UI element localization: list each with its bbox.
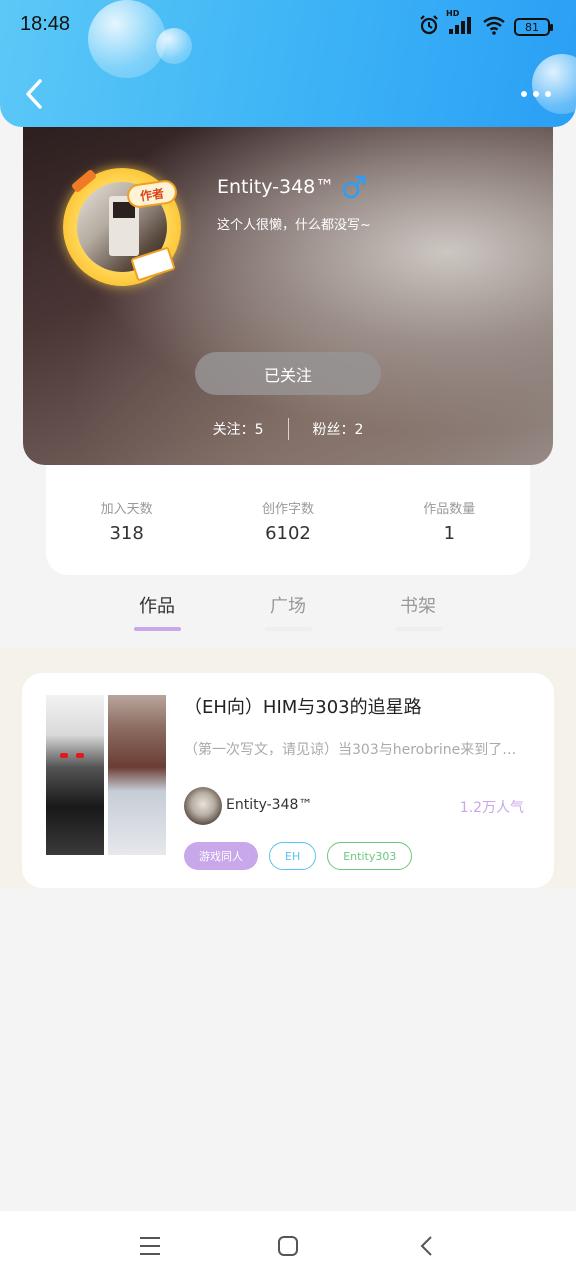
tab-plaza[interactable]: 广场 [248, 592, 328, 618]
stat-works-count: 作品数量 1 [389, 498, 509, 575]
bio: 这个人很懒，什么都没写~ [217, 218, 371, 233]
status-time: 18:48 [20, 13, 71, 35]
home-icon [278, 1235, 298, 1256]
stat-value: 6102 [265, 523, 311, 544]
decor-bubble [88, 0, 166, 78]
stat-label: 创作字数 [261, 502, 314, 517]
wifi-icon [482, 15, 506, 39]
tab-indicator [395, 627, 442, 631]
system-nav-bar [0, 1211, 576, 1280]
more-dots-icon [521, 91, 527, 97]
author-name[interactable]: Entity-348™ [226, 797, 312, 813]
profile-card: 作者 Entity-348™ 这个人很懒，什么都没写~ 已关注 关注：5 粉丝：… [23, 110, 553, 465]
tag[interactable]: EH [269, 842, 317, 870]
tab-works[interactable]: 作品 [117, 592, 197, 618]
stat-value: 1 [443, 523, 456, 544]
male-icon [341, 174, 367, 204]
follow-button[interactable]: 已关注 [195, 352, 381, 395]
chevron-left-icon [26, 79, 42, 109]
tag[interactable]: 游戏同人 [184, 842, 258, 870]
battery-icon: 81 [514, 18, 553, 36]
work-card[interactable]: （EH向）HIM与303的追星路 （第一次写文，请见谅）当303与herobri… [22, 673, 554, 888]
stat-join-days: 加入天数 318 [67, 498, 187, 575]
tab-bar: 作品 广场 书架 [0, 588, 576, 648]
avatar[interactable]: 作者 [63, 168, 181, 286]
back-nav-button[interactable] [412, 1232, 440, 1260]
work-description: （第一次写文，请见谅）当303与herobrine来到了… [184, 742, 517, 758]
status-icons: HD 81 [418, 9, 553, 40]
menu-icon [140, 1236, 160, 1255]
stats-panel: 加入天数 318 创作字数 6102 作品数量 1 [46, 450, 530, 575]
menu-button[interactable] [136, 1232, 164, 1260]
divider [287, 418, 289, 440]
followers-count[interactable]: 粉丝：2 [313, 419, 364, 439]
battery-level: 81 [525, 20, 539, 34]
back-button[interactable] [16, 76, 52, 112]
popularity: 1.2万人气 [459, 800, 524, 816]
book-cover[interactable] [46, 695, 166, 855]
username: Entity-348™ [217, 176, 335, 198]
stat-label: 加入天数 [100, 502, 153, 517]
more-button[interactable] [516, 82, 556, 106]
tab-indicator [265, 627, 312, 631]
decor-bubble [156, 28, 192, 64]
tab-bookshelf[interactable]: 书架 [378, 592, 458, 618]
following-count[interactable]: 关注：5 [213, 419, 264, 439]
follow-stats: 关注：5 粉丝：2 [23, 418, 553, 440]
network-label: HD [446, 9, 460, 18]
tag[interactable]: Entity303 [327, 842, 413, 870]
tab-indicator [134, 627, 181, 631]
works-list: （EH向）HIM与303的追星路 （第一次写文，请见谅）当303与herobri… [0, 648, 576, 888]
stat-label: 作品数量 [423, 502, 476, 517]
home-button[interactable] [274, 1232, 302, 1260]
stat-word-count: 创作字数 6102 [228, 498, 348, 575]
work-title[interactable]: （EH向）HIM与303的追星路 [184, 693, 422, 719]
back-icon [420, 1235, 432, 1256]
author-avatar[interactable] [184, 787, 222, 825]
alarm-icon [418, 14, 440, 40]
top-bar: 18:48 HD 81 [0, 0, 576, 127]
signal-icon: HD [446, 9, 474, 39]
stat-value: 318 [109, 523, 144, 544]
tag-row: 游戏同人 EH Entity303 [184, 842, 413, 870]
